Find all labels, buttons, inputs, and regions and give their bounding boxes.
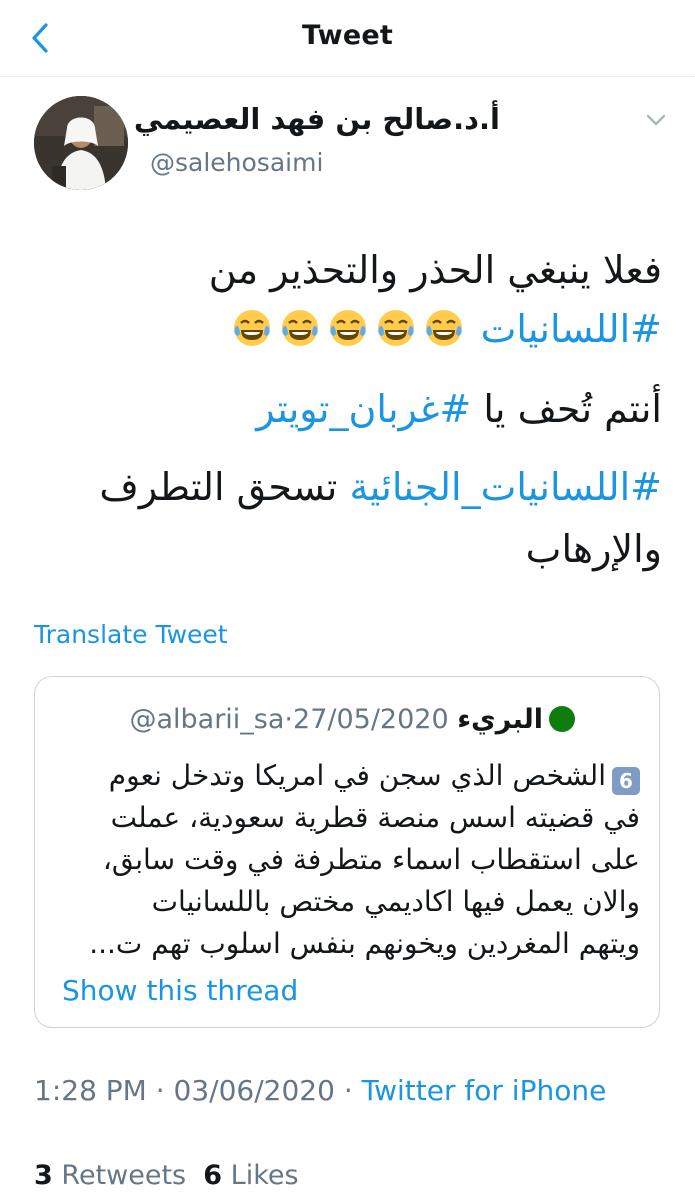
tweet-stats: 3 Retweets 6 Likes [34, 1160, 299, 1191]
author-display-name[interactable]: أ.د.صالح بن فهد العصيمي [134, 102, 500, 136]
laughing-emoji-icon [376, 308, 416, 348]
avatar[interactable] [34, 96, 128, 190]
author-handle[interactable]: @salehosaimi [150, 148, 323, 177]
retweets-count: 3 [34, 1160, 53, 1191]
source-link[interactable]: Twitter for iPhone [362, 1074, 607, 1107]
hashtag-link[interactable]: #اللسانيات [481, 307, 662, 351]
quoted-line: 6الشخص الذي سجن في امريكا وتدخل نعوم [60, 755, 640, 797]
quoted-author-name: البريء [457, 704, 543, 735]
show-thread-link[interactable]: Show this thread [62, 974, 298, 1007]
hashtag-link[interactable]: #اللسانيات_الجنائية [349, 465, 662, 509]
tweet-line: فعلا ينبغي الحذر والتحذير من [30, 243, 662, 298]
tweet-date: 03/06/2020 [173, 1074, 335, 1107]
laughing-emoji-icon [328, 308, 368, 348]
chevron-down-icon[interactable] [645, 112, 667, 128]
tweet-text-line4: تسحق التطرف [99, 465, 338, 509]
laughing-emoji-icon [232, 308, 272, 348]
tweet-line: والإرهاب [30, 522, 662, 577]
likes-count: 6 [203, 1160, 223, 1191]
quoted-line: على استقطاب اسماء متطرفة في وقت سابق، [102, 843, 640, 876]
likes-stat[interactable]: 6 Likes [203, 1160, 298, 1191]
tweet-line: #اللسانيات [30, 302, 662, 357]
quoted-tweet-body: 6الشخص الذي سجن في امريكا وتدخل نعوم في … [60, 755, 640, 965]
separator-dot: · [284, 704, 294, 735]
page-title: Tweet [302, 20, 393, 51]
retweets-stat[interactable]: 3 Retweets [34, 1160, 186, 1191]
tweet-text-line1: فعلا ينبغي الحذر والتحذير من [208, 248, 662, 292]
separator-dot: · [343, 1074, 353, 1107]
separator-dot: · [155, 1074, 165, 1107]
tweet-text-line3: أنتم تُحف يا [483, 387, 662, 431]
translate-tweet-link[interactable]: Translate Tweet [34, 620, 228, 649]
quoted-date: 27/05/2020 [293, 704, 449, 735]
emoji-group [228, 307, 468, 351]
hashtag-link[interactable]: #غربان_تويتر [256, 387, 471, 431]
laughing-emoji-icon [424, 308, 464, 348]
likes-label: Likes [230, 1160, 299, 1191]
quoted-line: في قضيته اسس منصة قطرية سعودية، عملت [110, 801, 640, 834]
retweets-label: Retweets [61, 1160, 187, 1191]
quoted-line: ويتهم المغردين ويخونهم بنفس اسلوب تهم ت.… [89, 927, 640, 960]
tweet-time: 1:28 PM [34, 1074, 147, 1107]
quoted-tweet-header: البريء @albarii_sa·27/05/2020 [129, 704, 575, 735]
keycap-six-icon: 6 [612, 767, 640, 795]
nav-bar: Tweet [0, 0, 695, 77]
tweet-text-line5: والإرهاب [525, 527, 662, 571]
laughing-emoji-icon [280, 308, 320, 348]
quoted-author-handle: @albarii_sa [129, 704, 285, 735]
tweet-timestamp: 1:28 PM · 03/06/2020 · Twitter for iPhon… [34, 1074, 606, 1107]
tweet-line: أنتم تُحف يا #غربان_تويتر [30, 382, 662, 437]
tweet-line: #اللسانيات_الجنائية تسحق التطرف [30, 460, 662, 515]
quoted-line: والان يعمل فيها اكاديمي مختص باللسانيات [151, 885, 640, 918]
green-circle-icon [549, 706, 575, 732]
